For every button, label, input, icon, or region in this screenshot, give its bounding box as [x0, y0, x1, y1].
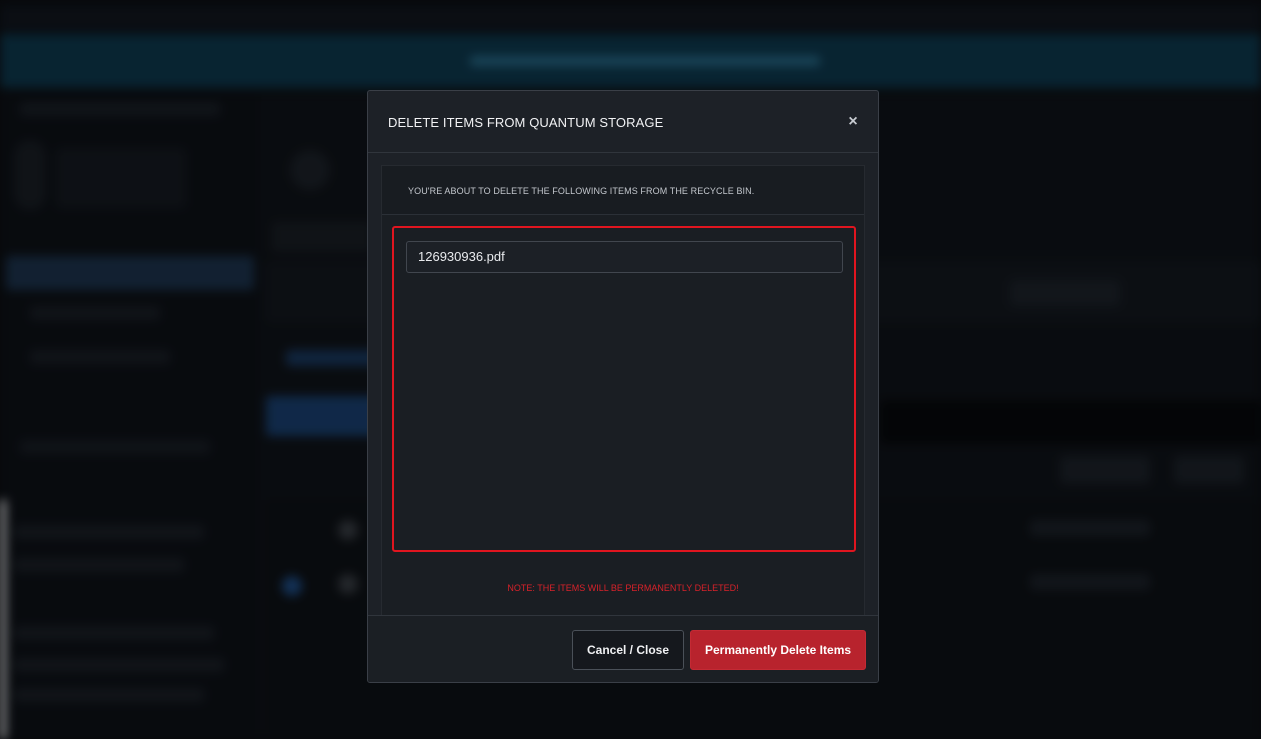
dialog-title: DELETE ITEMS FROM QUANTUM STORAGE [388, 115, 664, 130]
dialog-body-panel: YOU'RE ABOUT TO DELETE THE FOLLOWING ITE… [381, 165, 865, 637]
items-list: 126930936.pdf [392, 226, 856, 552]
cancel-close-button[interactable]: Cancel / Close [572, 630, 684, 670]
delete-items-dialog: DELETE ITEMS FROM QUANTUM STORAGE × YOU'… [367, 90, 879, 683]
permanently-delete-button[interactable]: Permanently Delete Items [690, 630, 866, 670]
intro-section: YOU'RE ABOUT TO DELETE THE FOLLOWING ITE… [382, 166, 864, 215]
list-item: 126930936.pdf [406, 241, 843, 273]
close-icon[interactable]: × [842, 111, 864, 133]
intro-text: YOU'RE ABOUT TO DELETE THE FOLLOWING ITE… [408, 186, 755, 196]
dialog-header: DELETE ITEMS FROM QUANTUM STORAGE × [368, 91, 878, 153]
dialog-footer: Cancel / Close Permanently Delete Items [368, 615, 878, 682]
permanent-delete-warning: NOTE: THE ITEMS WILL BE PERMANENTLY DELE… [507, 583, 739, 593]
